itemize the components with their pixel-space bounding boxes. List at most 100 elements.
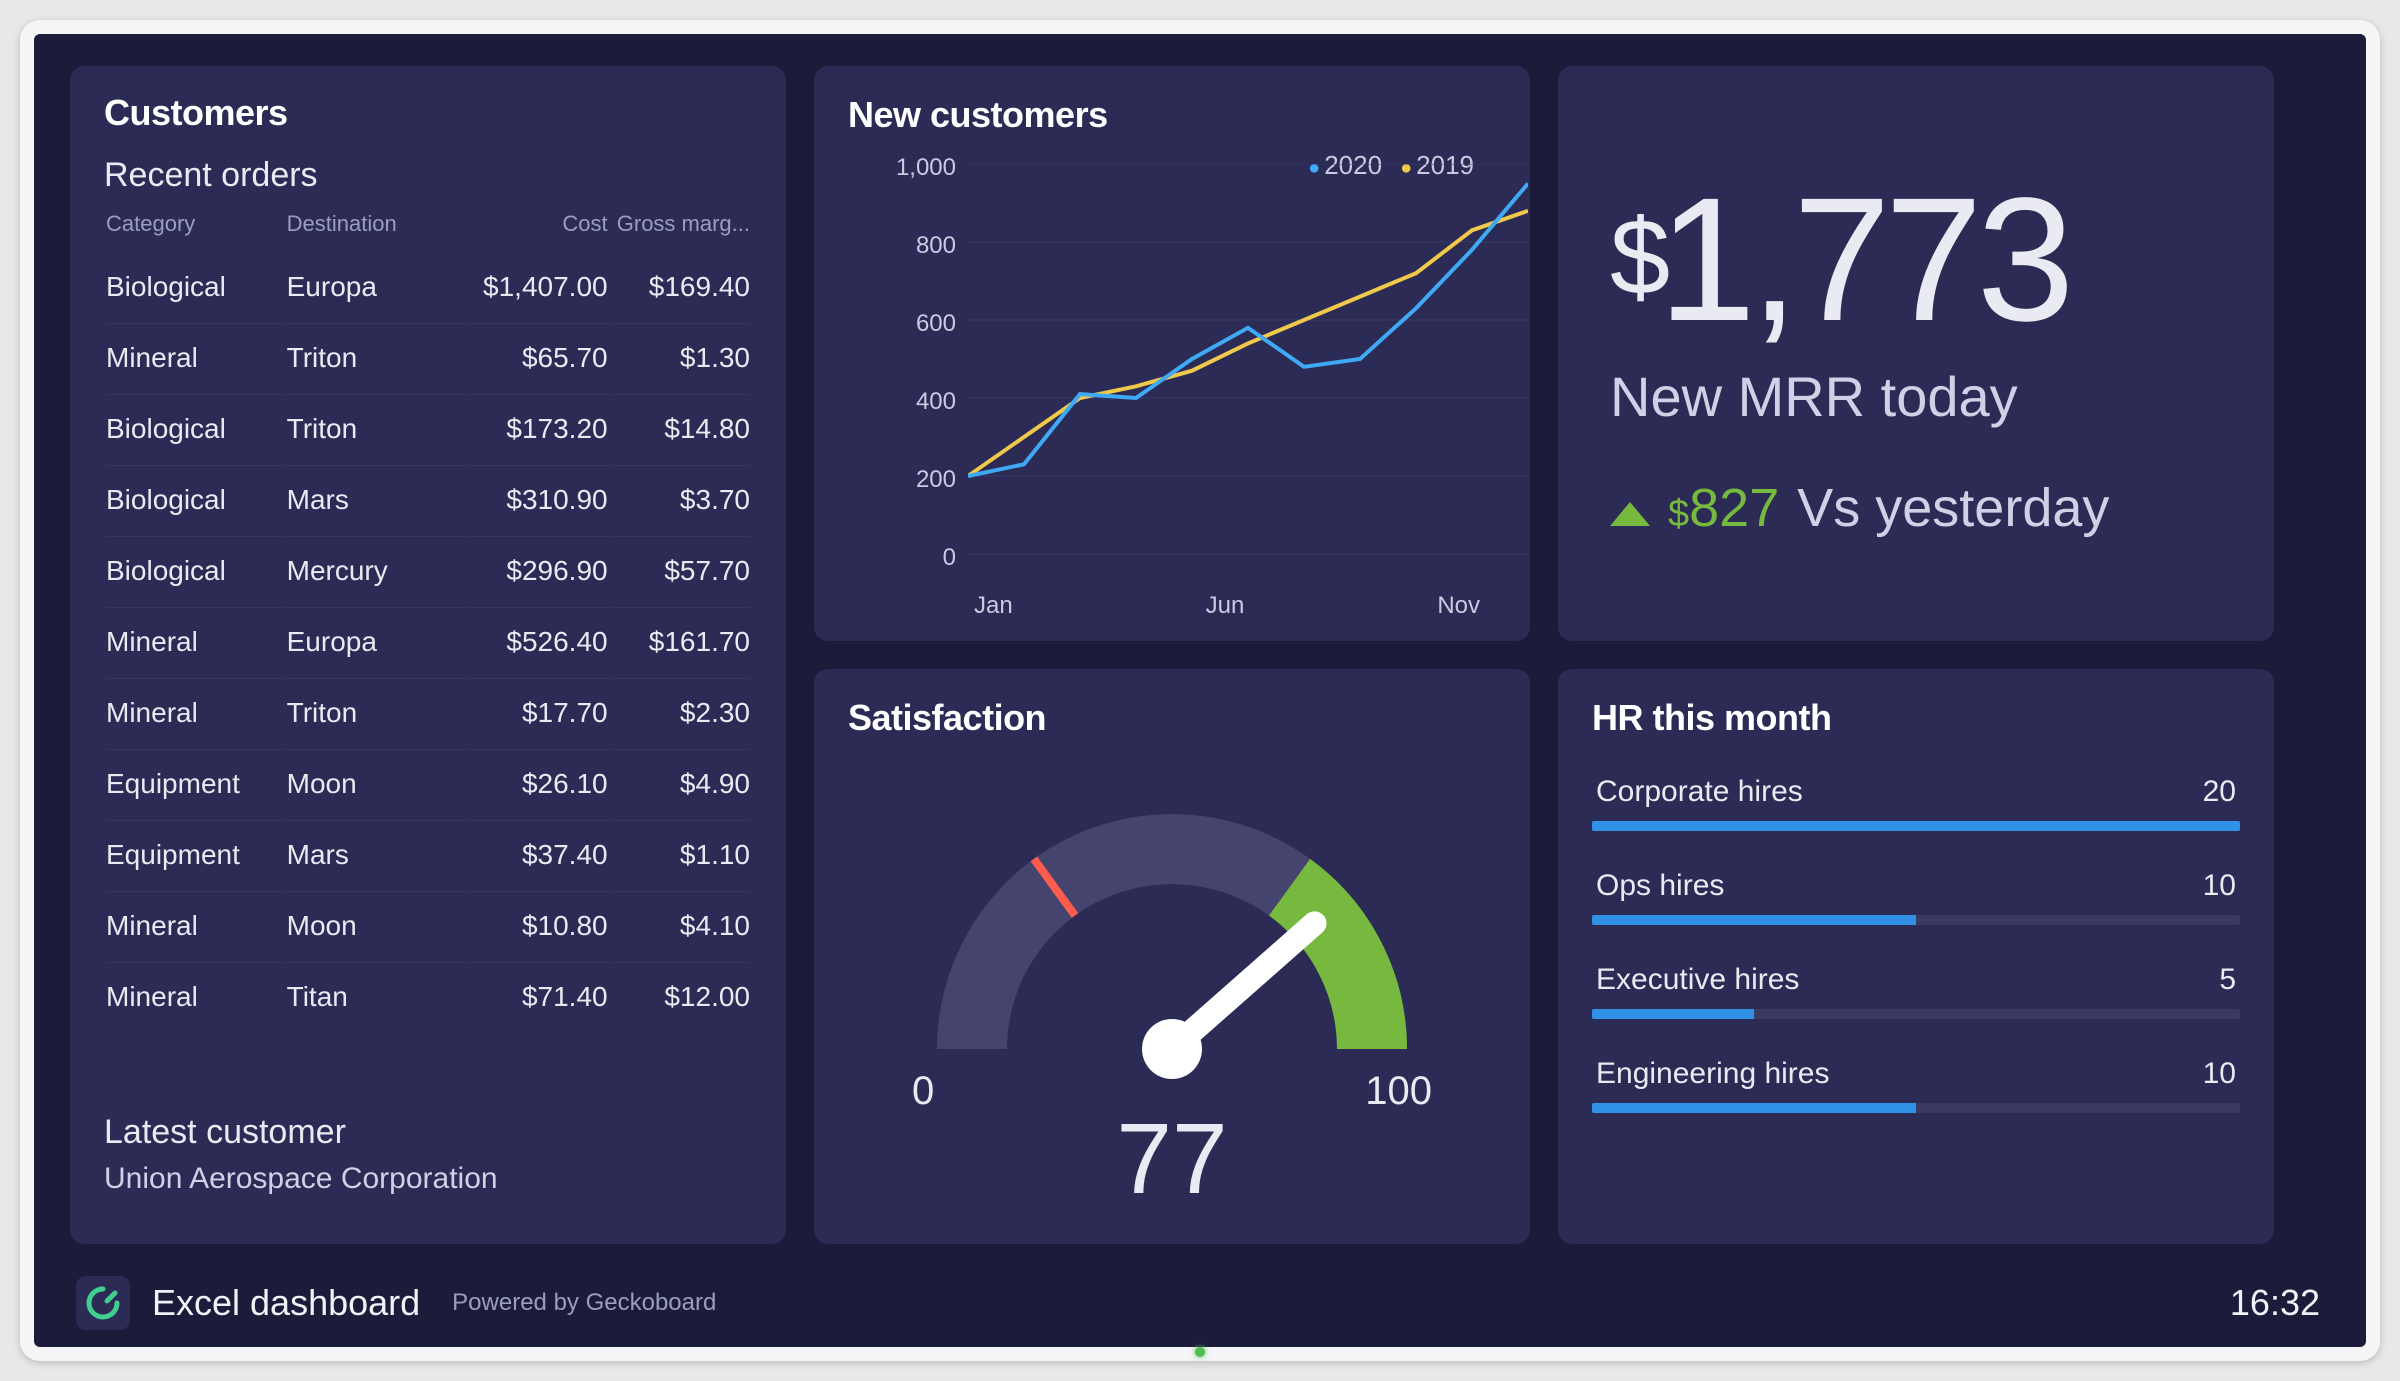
hr-bar	[1592, 915, 2240, 925]
cell-cost: $37.40	[467, 820, 607, 889]
latest-customer-block: Latest customer Union Aerospace Corporat…	[104, 1113, 498, 1196]
cell-category: Biological	[106, 253, 285, 321]
table-row: MineralMoon$10.80$4.10	[106, 891, 750, 960]
customers-card: Customers Recent orders Category Destina…	[70, 66, 786, 1244]
cell-category: Biological	[106, 536, 285, 605]
cell-destination: Titan	[287, 962, 466, 1031]
table-row: BiologicalMars$310.90$3.70	[106, 465, 750, 534]
cell-destination: Triton	[287, 323, 466, 392]
col-category: Category	[106, 203, 285, 251]
footer: Excel dashboard Powered by Geckoboard 16…	[70, 1261, 2330, 1347]
table-row: MineralTriton$65.70$1.30	[106, 323, 750, 392]
hr-item-label: Ops hires	[1596, 869, 1724, 903]
mrr-delta-amount: $827	[1668, 477, 1779, 539]
y-tick: 200	[916, 466, 956, 494]
power-led-icon	[1195, 1347, 1205, 1357]
cell-destination: Moon	[287, 749, 466, 818]
cell-cost: $310.90	[467, 465, 607, 534]
table-row: MineralEuropa$526.40$161.70	[106, 607, 750, 676]
table-row: BiologicalEuropa$1,407.00$169.40	[106, 253, 750, 321]
hr-item-value: 10	[2203, 869, 2236, 903]
cell-gross-margin: $1.10	[610, 820, 750, 889]
cell-cost: $10.80	[467, 891, 607, 960]
mrr-label: New MRR today	[1610, 364, 2240, 429]
y-tick: 0	[943, 544, 956, 572]
cell-category: Biological	[106, 465, 285, 534]
y-tick: 1,000	[896, 154, 956, 182]
x-axis-labels: Jan Jun Nov	[968, 592, 1486, 620]
table-row: EquipmentMars$37.40$1.10	[106, 820, 750, 889]
dashboard-frame: New customers 2020 2019 1,000 800 600 40…	[20, 20, 2380, 1361]
hr-item: Ops hires 10	[1592, 869, 2240, 925]
y-axis-labels: 1,000 800 600 400 200 0	[876, 154, 956, 584]
cell-destination: Mars	[287, 820, 466, 889]
mrr-delta-suffix: Vs yesterday	[1797, 477, 2109, 539]
hr-bar	[1592, 821, 2240, 831]
satisfaction-card: Satisfaction 0 100 77	[814, 669, 1530, 1244]
hr-item: Engineering hires 10	[1592, 1057, 2240, 1113]
cell-gross-margin: $161.70	[610, 607, 750, 676]
cell-destination: Mars	[287, 465, 466, 534]
gauge-value: 77	[848, 1102, 1496, 1217]
currency-symbol: $	[1668, 493, 1689, 535]
cell-gross-margin: $12.00	[610, 962, 750, 1031]
cell-category: Mineral	[106, 323, 285, 392]
cell-category: Mineral	[106, 678, 285, 747]
cell-category: Equipment	[106, 749, 285, 818]
table-row: EquipmentMoon$26.10$4.90	[106, 749, 750, 818]
hr-bar	[1592, 1009, 2240, 1019]
cell-destination: Europa	[287, 253, 466, 321]
gauge-min: 0	[912, 1069, 934, 1114]
cell-gross-margin: $4.90	[610, 749, 750, 818]
hr-item-value: 10	[2203, 1057, 2236, 1091]
cell-category: Mineral	[106, 891, 285, 960]
cell-gross-margin: $57.70	[610, 536, 750, 605]
cell-category: Mineral	[106, 962, 285, 1031]
powered-by: Powered by Geckoboard	[452, 1289, 716, 1317]
cell-category: Mineral	[106, 607, 285, 676]
cell-cost: $296.90	[467, 536, 607, 605]
hr-item-label: Engineering hires	[1596, 1057, 1829, 1091]
satisfaction-title: Satisfaction	[848, 697, 1496, 739]
orders-table: Category Destination Cost Gross marg... …	[104, 201, 752, 1033]
table-row: MineralTitan$71.40$12.00	[106, 962, 750, 1031]
x-tick: Jun	[1206, 592, 1245, 620]
hr-bar-fill	[1592, 1103, 1916, 1113]
recent-orders-title: Recent orders	[104, 156, 752, 195]
table-row: BiologicalTriton$173.20$14.80	[106, 394, 750, 463]
cell-cost: $26.10	[467, 749, 607, 818]
cell-cost: $1,407.00	[467, 253, 607, 321]
mrr-card: $1,773 New MRR today $827 Vs yesterday	[1558, 66, 2274, 641]
y-tick: 400	[916, 388, 956, 416]
cell-gross-margin: $1.30	[610, 323, 750, 392]
cell-destination: Triton	[287, 394, 466, 463]
hr-item: Corporate hires20	[1592, 775, 2240, 831]
hr-item-label: Executive hires	[1596, 963, 1799, 997]
col-cost: Cost	[467, 203, 607, 251]
cell-destination: Europa	[287, 607, 466, 676]
hr-list: Corporate hires20 Ops hires 10 Executive hi…	[1592, 775, 2240, 1113]
x-tick: Jan	[974, 592, 1013, 620]
latest-customer-label: Latest customer	[104, 1113, 498, 1152]
new-customers-chart: 2020 2019 1,000 800 600 400 200 0	[848, 144, 1496, 624]
cell-gross-margin: $14.80	[610, 394, 750, 463]
clock: 16:32	[2230, 1282, 2320, 1324]
cell-gross-margin: $2.30	[610, 678, 750, 747]
hr-bar	[1592, 1103, 2240, 1113]
cell-cost: $65.70	[467, 323, 607, 392]
dashboard-name: Excel dashboard	[152, 1282, 420, 1324]
hr-card: HR this month Corporate hires20Ops hires…	[1558, 669, 2274, 1244]
hr-bar-fill	[1592, 915, 1916, 925]
cell-gross-margin: $169.40	[610, 253, 750, 321]
new-customers-card: New customers 2020 2019 1,000 800 600 40…	[814, 66, 1530, 641]
cell-category: Biological	[106, 394, 285, 463]
cell-gross-margin: $4.10	[610, 891, 750, 960]
gauge-chart	[892, 749, 1452, 1079]
hr-bar-fill	[1592, 1009, 1754, 1019]
geckoboard-logo-icon	[76, 1276, 130, 1330]
hr-item-value: 20	[2203, 775, 2236, 809]
arrow-up-icon	[1610, 502, 1650, 526]
cell-destination: Mercury	[287, 536, 466, 605]
hr-item-value: 5	[2219, 963, 2236, 997]
table-row: MineralTriton$17.70$2.30	[106, 678, 750, 747]
